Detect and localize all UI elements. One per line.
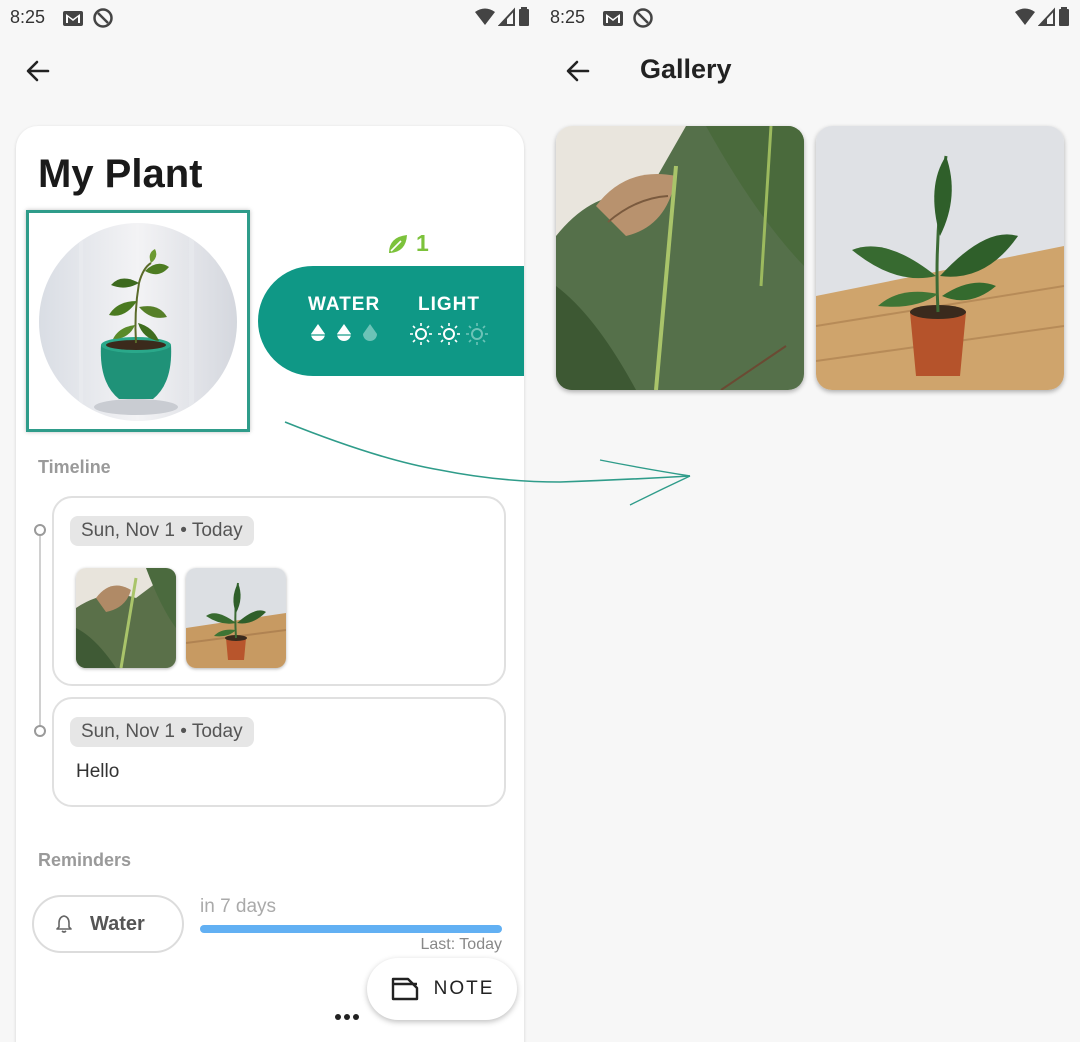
water-requirement: WATER (308, 294, 380, 344)
arrow-back-icon (26, 60, 50, 82)
status-time: 8:25 (550, 7, 586, 27)
do-not-disturb-icon (632, 7, 654, 29)
do-not-disturb-icon (92, 7, 114, 29)
reminder-due: in 7 days (200, 896, 277, 917)
care-summary: WATER LIGHT (258, 266, 524, 376)
sun-icon-faded (466, 323, 488, 345)
more-icon[interactable] (334, 1008, 360, 1026)
arrow-back-icon (566, 60, 590, 82)
reminder-label: Water (90, 912, 145, 935)
plant-photo-frame[interactable] (26, 210, 250, 432)
sun-icon (438, 323, 460, 345)
note-icon (391, 977, 418, 1001)
gallery-screen: 8:25 Gallery (540, 0, 1080, 1042)
timeline-heading: Timeline (38, 457, 111, 477)
plant-photo[interactable] (39, 223, 237, 421)
status-bar: 8:25 (540, 0, 1080, 36)
status-right-icons (474, 7, 530, 32)
water-label: WATER (308, 294, 381, 315)
leaf-count: 1 (386, 230, 429, 257)
wifi-icon (474, 7, 496, 32)
gallery-photo[interactable] (556, 126, 804, 390)
page-title: Gallery (640, 54, 732, 84)
light-label: LIGHT (418, 294, 480, 315)
drop-icon (311, 324, 326, 341)
signal-icon (497, 7, 516, 32)
light-requirement: LIGHT (408, 294, 490, 346)
signal-icon (1037, 7, 1056, 32)
timeline-dot (34, 725, 46, 737)
entry-note-text: Hello (76, 761, 120, 782)
sun-icon (410, 323, 432, 345)
timeline-line (39, 536, 41, 736)
timeline-entry-note[interactable]: Sun, Nov 1 • Today Hello (52, 697, 506, 807)
status-time: 8:25 (10, 7, 46, 27)
bell-icon (56, 915, 72, 933)
entry-date: Sun, Nov 1 • Today (70, 516, 254, 546)
plant-detail-screen: 8:25 My Plant 1 WATER LIGHT Timeline Sun… (0, 0, 540, 1042)
status-right-icons (1014, 7, 1070, 32)
entry-photo-thumbnail[interactable] (186, 568, 286, 668)
leaf-count-value: 1 (416, 230, 429, 256)
drop-icon-faded (363, 324, 378, 341)
reminders-heading: Reminders (38, 850, 132, 870)
timeline-dot (34, 524, 46, 536)
gallery-photo[interactable] (816, 126, 1064, 390)
entry-date: Sun, Nov 1 • Today (70, 717, 254, 747)
drop-icon (337, 324, 352, 341)
gmail-icon (602, 7, 624, 29)
add-note-button[interactable]: NOTE (367, 958, 517, 1020)
plant-name: My Plant (38, 152, 203, 196)
entry-photo-thumbnail[interactable] (76, 568, 176, 668)
timeline-entry-photos[interactable]: Sun, Nov 1 • Today (52, 496, 506, 686)
reminder-last-done: Last: Today (420, 936, 502, 953)
fab-label: NOTE (433, 978, 495, 999)
leaf-icon (389, 234, 407, 253)
back-button[interactable] (14, 47, 62, 95)
wifi-icon (1014, 7, 1036, 32)
water-reminder-chip[interactable]: Water (32, 895, 184, 953)
plant-card: My Plant 1 WATER LIGHT Timeline Sun, Nov… (16, 126, 524, 1042)
reminder-progress-bar (200, 925, 502, 933)
battery-icon (1058, 7, 1070, 32)
back-button[interactable] (554, 47, 602, 95)
status-bar: 8:25 (0, 0, 540, 36)
battery-icon (518, 7, 530, 32)
gmail-icon (62, 7, 84, 29)
